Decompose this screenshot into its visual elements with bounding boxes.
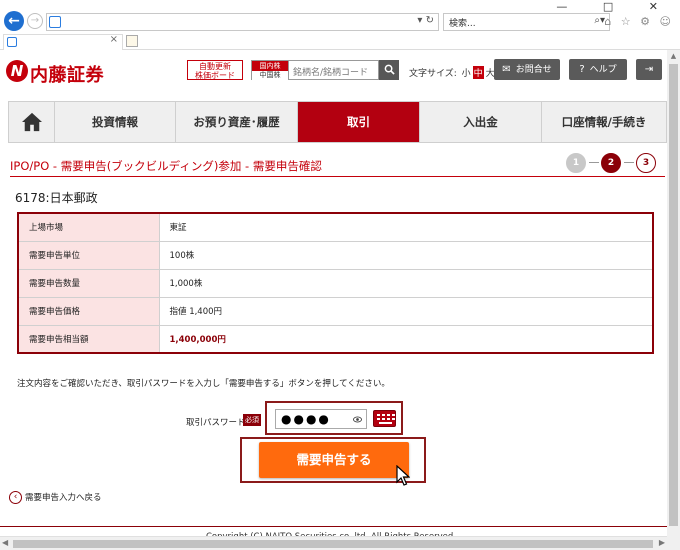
order-details-table: 上場市場 東証 需要申告単位 100株 需要申告数量 1,000株 需要申告価格… xyxy=(17,212,654,354)
forward-arrow-icon[interactable]: → xyxy=(27,13,43,29)
required-badge: 必須 xyxy=(243,414,261,426)
back-to-input-link[interactable]: ‹ 需要申告入力へ戻る xyxy=(9,491,102,504)
market-tab-china[interactable]: 中国株 xyxy=(252,71,288,80)
table-row: 上場市場 東証 xyxy=(18,213,653,242)
eye-icon[interactable] xyxy=(353,415,362,424)
nav-deposit-withdrawal[interactable]: 入出金 xyxy=(420,102,542,142)
detail-label: 需要申告数量 xyxy=(18,269,160,298)
instruction-text: 注文内容をご確認いただき、取引パスワードを入力し「需要申告する」ボタンを押してく… xyxy=(17,379,390,389)
logout-button[interactable]: ⇥ xyxy=(636,59,662,80)
browser-toolbar: ← → ▾ ↻ 検索... ⌕▾ — □ ✕ ⌂ ☆ ⚙ ☺ xyxy=(0,0,680,33)
question-icon: ? xyxy=(579,64,585,75)
stock-title: 6178:日本郵政 xyxy=(15,191,98,205)
back-arrow-icon[interactable]: ← xyxy=(4,11,24,31)
scroll-right-icon[interactable]: ▶ xyxy=(659,538,665,547)
favicon-icon xyxy=(7,37,17,47)
font-size-small[interactable]: 小 xyxy=(462,66,471,79)
step-connector xyxy=(589,162,599,163)
step-connector xyxy=(624,162,634,163)
horizontal-scroll-thumb[interactable] xyxy=(13,540,653,548)
nav-account-info[interactable]: 口座情報/手続き xyxy=(542,102,666,142)
logo-text: 内藤証券 xyxy=(30,65,104,86)
page-icon xyxy=(49,16,61,28)
nav-assets-history[interactable]: お預り資産･履歴 xyxy=(176,102,298,142)
back-link-label: 需要申告入力へ戻る xyxy=(25,493,102,503)
font-size-label: 文字サイズ: xyxy=(409,69,457,79)
table-row: 需要申告価格 指値 1,400円 xyxy=(18,297,653,326)
browser-toolbar-icons[interactable]: ⌂ ☆ ⚙ ☺ xyxy=(604,15,674,28)
table-row: 需要申告数量 1,000株 xyxy=(18,269,653,298)
password-value: ●●●● xyxy=(281,412,331,426)
vertical-scrollbar[interactable]: ▲ xyxy=(667,50,680,536)
software-keyboard-button[interactable] xyxy=(373,410,396,427)
scroll-left-icon[interactable]: ◀ xyxy=(2,538,8,547)
window-controls[interactable]: — □ ✕ xyxy=(556,0,674,13)
refresh-icon[interactable]: ▾ ↻ xyxy=(417,15,434,26)
market-tab-domestic[interactable]: 国内株 xyxy=(252,61,288,71)
address-bar[interactable]: ▾ ↻ xyxy=(46,13,439,31)
global-nav: 投資情報 お預り資産･履歴 取引 入出金 口座情報/手続き xyxy=(8,101,667,143)
site-header: N 内藤証券 自動更新 株価ボード 国内株 中国株 銘柄名/銘柄コード 文字サイ… xyxy=(0,50,680,93)
detail-label: 需要申告価格 xyxy=(18,297,160,326)
browser-tab[interactable]: × xyxy=(3,34,123,50)
help-button[interactable]: ? ヘルプ xyxy=(569,59,627,80)
inquiry-label: お問合せ xyxy=(515,65,552,75)
detail-value: 指値 1,400円 xyxy=(159,297,653,326)
chevron-left-icon: ‹ xyxy=(9,491,22,504)
detail-label: 需要申告単位 xyxy=(18,241,160,270)
nav-trade[interactable]: 取引 xyxy=(298,102,420,142)
auto-update-board-button[interactable]: 自動更新 株価ボード xyxy=(187,60,243,80)
stock-search-input[interactable]: 銘柄名/銘柄コード xyxy=(289,60,379,80)
logo-mark-icon: N xyxy=(6,60,28,82)
home-icon xyxy=(21,112,42,132)
detail-value: 1,000株 xyxy=(159,269,653,298)
step-2: 2 xyxy=(601,153,621,173)
detail-value-total: 1,400,000円 xyxy=(159,325,653,353)
scroll-up-icon[interactable]: ▲ xyxy=(667,50,680,63)
browser-search-placeholder: 検索... xyxy=(449,19,476,29)
submit-demand-button[interactable]: 需要申告する xyxy=(259,442,409,478)
help-label: ヘルプ xyxy=(589,65,617,75)
detail-value: 100株 xyxy=(159,241,653,270)
font-size-control: 文字サイズ: 小中大 xyxy=(409,66,495,79)
browser-tabbar: × xyxy=(0,33,680,50)
font-size-medium[interactable]: 中 xyxy=(472,66,484,79)
close-tab-icon[interactable]: × xyxy=(110,34,118,45)
nav-investment-info[interactable]: 投資情報 xyxy=(55,102,176,142)
title-divider xyxy=(10,176,665,177)
table-row: 需要申告単位 100株 xyxy=(18,241,653,270)
vertical-scroll-thumb[interactable] xyxy=(669,64,678,526)
inquiry-button[interactable]: ✉ お問合せ xyxy=(494,59,560,80)
scrollbar-corner xyxy=(667,536,680,550)
detail-label: 需要申告相当額 xyxy=(18,325,160,353)
nav-home[interactable] xyxy=(9,102,55,142)
footer-divider xyxy=(0,526,667,527)
password-area: ●●●● xyxy=(265,401,403,435)
step-1: 1 xyxy=(566,153,586,173)
search-icon xyxy=(384,64,395,75)
mail-icon: ✉ xyxy=(502,64,511,75)
page-title: IPO/PO - 需要申告(ブックビルディング)参加 - 需要申告確認 xyxy=(10,159,322,173)
search-button[interactable] xyxy=(379,60,399,80)
mouse-cursor-icon xyxy=(396,465,410,486)
new-tab-icon[interactable] xyxy=(126,35,138,47)
stock-search-placeholder: 銘柄名/銘柄コード xyxy=(293,68,369,78)
table-row: 需要申告相当額 1,400,000円 xyxy=(18,325,653,353)
step-3: 3 xyxy=(636,153,656,173)
detail-value: 東証 xyxy=(159,213,653,242)
logout-icon: ⇥ xyxy=(644,64,654,75)
detail-label: 上場市場 xyxy=(18,213,160,242)
horizontal-scrollbar[interactable]: ◀ ▶ xyxy=(0,536,667,550)
browser-search-input[interactable]: 検索... ⌕▾ xyxy=(443,13,610,31)
market-tabs: 国内株 中国株 xyxy=(251,60,289,80)
password-label: 取引パスワード xyxy=(186,418,246,428)
